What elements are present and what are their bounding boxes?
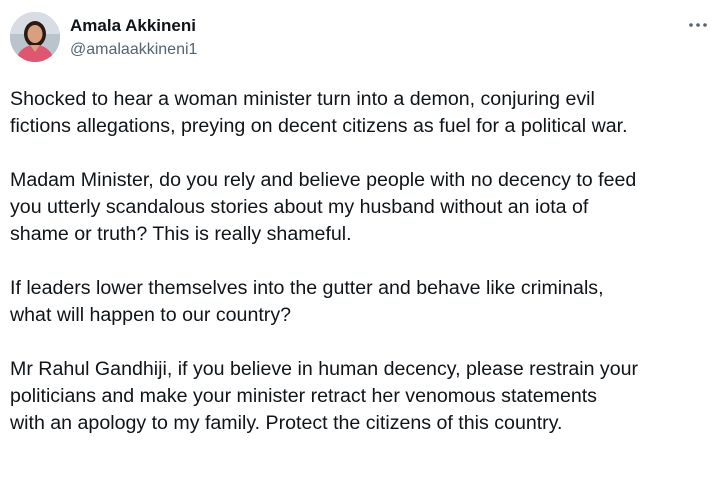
tweet-paragraph: Madam Minister, do you rely and believe …: [10, 169, 637, 245]
tweet-card: Amala Akkineni @amalaakkineni1 Shocked t…: [0, 0, 723, 502]
author-display-name[interactable]: Amala Akkineni: [70, 15, 197, 37]
tweet-paragraph: Shocked to hear a woman minister turn in…: [10, 88, 628, 137]
more-horizontal-icon: [689, 23, 707, 27]
avatar[interactable]: [10, 12, 60, 62]
tweet-paragraph: If leaders lower themselves into the gut…: [10, 277, 604, 326]
author-handle[interactable]: @amalaakkineni1: [70, 39, 197, 61]
profile-photo-icon: [10, 12, 60, 62]
author-names: Amala Akkineni @amalaakkineni1: [70, 15, 197, 61]
tweet-header: Amala Akkineni @amalaakkineni1: [10, 12, 713, 64]
tweet-text: Shocked to hear a woman minister turn in…: [10, 86, 716, 464]
more-options-button[interactable]: [687, 18, 709, 32]
tweet-paragraph: Mr Rahul Gandhiji, if you believe in hum…: [10, 358, 639, 434]
